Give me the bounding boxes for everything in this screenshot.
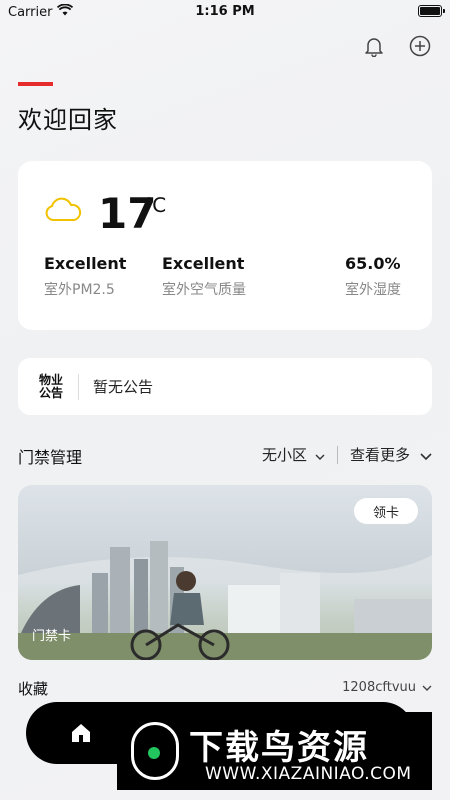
access-section-header: 门禁管理 无小区 查看更多 <box>18 444 432 468</box>
metric-value: Excellent <box>162 254 245 273</box>
cloud-icon <box>44 197 82 227</box>
page-title: 欢迎回家 <box>18 106 118 134</box>
metric-humidity: 65.0% 室外湿度 <box>345 254 401 299</box>
top-actions <box>362 34 432 58</box>
temperature-unit: ℃ <box>144 193 167 217</box>
accent-bar <box>18 82 53 86</box>
section-title: 收藏 <box>18 680 49 698</box>
get-card-button[interactable]: 领卡 <box>354 498 418 524</box>
chevron-down-icon <box>422 680 432 695</box>
view-more-label: 查看更多 <box>349 446 410 464</box>
community-select[interactable]: 无小区 <box>262 444 325 465</box>
metric-label: 室外PM2.5 <box>44 282 115 298</box>
section-actions: 无小区 查看更多 <box>262 444 432 465</box>
access-card-banner[interactable]: 领卡 门禁卡 <box>18 485 432 660</box>
watermark-url: WWW.XIAZAINIAO.COM <box>205 764 412 784</box>
chevron-down-icon <box>420 446 432 464</box>
home-icon[interactable] <box>66 718 96 748</box>
divider <box>78 373 79 400</box>
bird-logo-icon <box>131 722 179 780</box>
battery-icon <box>418 5 445 17</box>
community-select-label: 无小区 <box>261 446 307 464</box>
account-select[interactable]: 1208cftvuu <box>342 680 432 695</box>
status-bar: Carrier 1:16 PM <box>0 0 450 24</box>
section-title: 门禁管理 <box>18 448 83 467</box>
add-circle-icon[interactable] <box>408 34 432 58</box>
favorites-section-header: 收藏 1208cftvuu <box>18 678 432 698</box>
metric-pm25: Excellent 室外PM2.5 <box>44 254 126 299</box>
metric-label: 室外湿度 <box>345 282 401 298</box>
banner-caption: 门禁卡 <box>32 629 72 644</box>
watermark-title: 下载鸟资源 <box>189 728 369 768</box>
notice-text: 暂无公告 <box>93 378 154 396</box>
bell-icon[interactable] <box>362 34 386 58</box>
metric-air-quality: Excellent 室外空气质量 <box>162 254 246 299</box>
notice-card[interactable]: 物业公告 暂无公告 <box>18 358 432 415</box>
chevron-down-icon <box>315 446 325 464</box>
weather-card[interactable]: 17 ℃ Excellent 室外PM2.5 Excellent 室外空气质量 … <box>18 161 432 330</box>
metric-value: Excellent <box>44 254 127 273</box>
notice-logo: 物业公告 <box>38 372 63 400</box>
account-label: 1208cftvuu <box>342 680 416 695</box>
metric-value: 65.0% <box>345 254 401 273</box>
divider <box>336 445 338 464</box>
metric-label: 室外空气质量 <box>162 282 246 298</box>
status-time: 1:16 PM <box>195 4 255 19</box>
watermark-logo: 下载鸟资源 WWW.XIAZAINIAO.COM <box>117 712 432 790</box>
view-more-button[interactable]: 查看更多 <box>350 444 432 465</box>
